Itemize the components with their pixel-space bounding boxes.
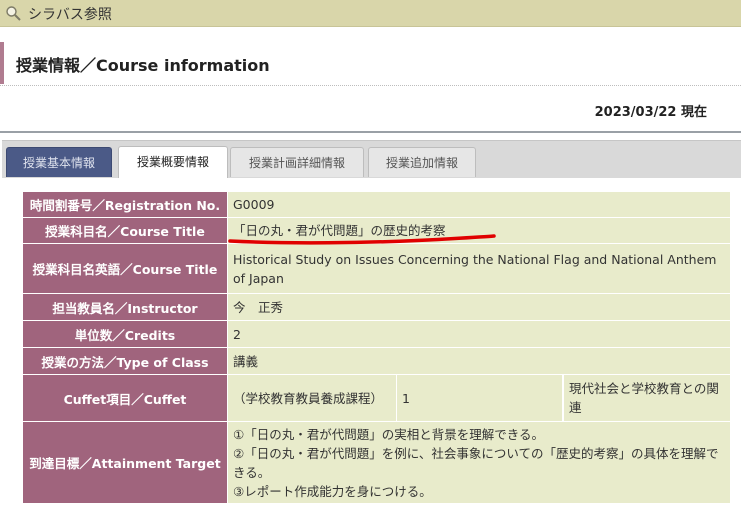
search-icon xyxy=(6,6,21,21)
top-bar-title: シラバス参照 xyxy=(28,7,112,23)
attainment-line: ①「日の丸・君が代問題」の実相と背景を理解できる。 xyxy=(233,426,544,442)
course-title-en-label: 授業科目名英語／Course Title xyxy=(22,243,228,294)
cuffet-description: 現代社会と学校教育との関連 xyxy=(563,374,731,422)
as-of-date: 2023/03/22 現在 xyxy=(594,105,707,120)
cuffet-number: 1 xyxy=(396,374,563,422)
attainment-label: 到達目標／Attainment Target xyxy=(22,421,228,504)
dotted-divider xyxy=(0,85,741,86)
course-title-en-value: Historical Study on Issues Concerning th… xyxy=(227,243,731,294)
table-row: 到達目標／Attainment Target ①「日の丸・君が代問題」の実相と背… xyxy=(22,421,731,504)
cuffet-label: Cuffet項目／Cuffet xyxy=(22,374,228,422)
section-title: 授業情報／Course information xyxy=(16,56,270,75)
tab-plan-details[interactable]: 授業計画詳細情報 xyxy=(230,147,364,177)
table-row: 単位数／Credits 2 xyxy=(22,320,731,348)
credits-value: 2 xyxy=(227,320,731,348)
instructor-value: 今 正秀 xyxy=(227,293,731,321)
section-accent-bar xyxy=(0,42,4,84)
instructor-label: 担当教員名／Instructor xyxy=(22,293,228,321)
red-underline-annotation xyxy=(228,234,496,245)
table-row: 担当教員名／Instructor 今 正秀 xyxy=(22,293,731,321)
type-of-class-label: 授業の方法／Type of Class xyxy=(22,347,228,375)
registration-value: G0009 xyxy=(227,191,731,218)
table-row: Cuffet項目／Cuffet （学校教育教員養成課程） 1 現代社会と学校教育… xyxy=(22,374,731,422)
section-header: 授業情報／Course information xyxy=(0,42,741,84)
course-title-label: 授業科目名／Course Title xyxy=(22,217,228,244)
tab-additional-info[interactable]: 授業追加情報 xyxy=(368,147,476,177)
table-row: 授業の方法／Type of Class 講義 xyxy=(22,347,731,375)
attainment-value: ①「日の丸・君が代問題」の実相と背景を理解できる。 ②「日の丸・君が代問題」を例… xyxy=(227,421,731,504)
tab-strip: 授業基本情報 授業概要情報 授業計画詳細情報 授業追加情報 xyxy=(2,140,741,178)
attainment-line: ②「日の丸・君が代問題」を例に、社会事象についての「歴史的考察」の具体を理解でき… xyxy=(233,445,719,480)
tab-basic-info[interactable]: 授業基本情報 xyxy=(6,147,112,177)
cuffet-program: （学校教育教員養成課程） xyxy=(227,374,397,422)
tab-course-overview[interactable]: 授業概要情報 xyxy=(118,146,228,178)
table-row: 時間割番号／Registration No. G0009 xyxy=(22,191,731,218)
credits-label: 単位数／Credits xyxy=(22,320,228,348)
type-of-class-value: 講義 xyxy=(227,347,731,375)
attainment-line: ③レポート作成能力を身につける。 xyxy=(233,483,432,499)
table-row: 授業科目名英語／Course Title Historical Study on… xyxy=(22,243,731,294)
registration-label: 時間割番号／Registration No. xyxy=(22,191,228,218)
top-bar: シラバス参照 xyxy=(0,0,741,27)
horizontal-rule xyxy=(0,131,741,133)
